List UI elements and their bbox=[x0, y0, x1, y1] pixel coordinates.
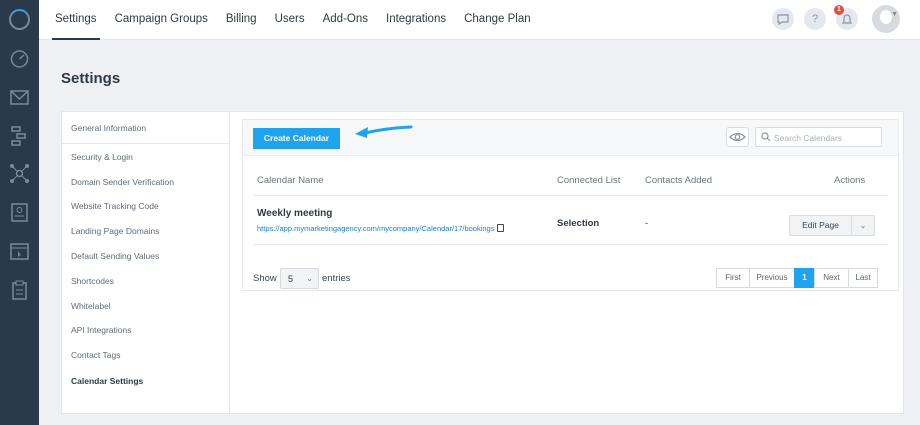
nav-add-ons[interactable]: Add-Ons bbox=[323, 0, 368, 40]
nav-users[interactable]: Users bbox=[275, 0, 305, 40]
pagination-page-1[interactable]: 1 bbox=[794, 268, 815, 288]
search-box bbox=[755, 127, 882, 147]
table-header-divider bbox=[253, 195, 888, 196]
chat-bubble-icon bbox=[777, 14, 789, 26]
sidebar-item-shortcodes[interactable]: Shortcodes bbox=[71, 276, 114, 286]
sidebar-item-calendar-settings[interactable]: Calendar Settings bbox=[71, 376, 143, 386]
chevron-down-icon: ⌄ bbox=[306, 274, 313, 283]
landing-page-icon[interactable] bbox=[9, 241, 30, 262]
sidebar-item-landing-page-domains[interactable]: Landing Page Domains bbox=[71, 226, 159, 236]
connected-list-value: Selection bbox=[557, 218, 600, 229]
calendar-panel: Create Calendar Calendar Name Connected … bbox=[242, 119, 899, 291]
help-icon[interactable]: ? bbox=[804, 8, 826, 30]
chat-icon[interactable] bbox=[772, 8, 794, 30]
eye-icon bbox=[729, 132, 746, 142]
nav-campaign-groups[interactable]: Campaign Groups bbox=[115, 0, 208, 40]
sidebar-item-default-sending-values[interactable]: Default Sending Values bbox=[71, 251, 159, 261]
pagination-previous[interactable]: Previous bbox=[749, 268, 795, 288]
search-icon bbox=[761, 132, 771, 142]
table-row-divider bbox=[253, 244, 888, 245]
calendar-name: Weekly meeting bbox=[257, 208, 333, 219]
notifications-icon[interactable]: 1 bbox=[834, 5, 858, 30]
contact-card-icon[interactable] bbox=[9, 202, 30, 223]
edit-page-button[interactable]: Edit Page bbox=[790, 216, 852, 235]
hierarchy-icon[interactable] bbox=[9, 125, 30, 146]
sidebar-item-security-login[interactable]: Security & Login bbox=[71, 152, 133, 162]
sidebar-item-api-integrations[interactable]: API Integrations bbox=[71, 325, 131, 335]
nav-change-plan[interactable]: Change Plan bbox=[464, 0, 531, 40]
clipboard-icon[interactable] bbox=[9, 280, 30, 301]
pointer-arrow-icon bbox=[355, 125, 413, 138]
row-actions: Edit Page ⌄ bbox=[789, 215, 875, 236]
dashboard-icon[interactable] bbox=[9, 48, 30, 69]
chevron-down-icon: ▼ bbox=[891, 11, 898, 18]
search-calendars-input[interactable] bbox=[774, 130, 879, 145]
create-calendar-button[interactable]: Create Calendar bbox=[253, 128, 340, 149]
sidebar-item-domain-sender-verification[interactable]: Domain Sender Verification bbox=[71, 177, 174, 187]
page-size-value: 5 bbox=[288, 274, 294, 284]
pagination-first[interactable]: First bbox=[716, 268, 750, 288]
calendar-booking-link-text[interactable]: https://app.mymarketingagency.com/mycomp… bbox=[257, 224, 494, 233]
column-header-contacts-added[interactable]: Contacts Added bbox=[645, 175, 712, 186]
main-nav: Settings Campaign Groups Billing Users A… bbox=[39, 0, 533, 40]
app-logo-icon[interactable] bbox=[9, 9, 30, 30]
pagination: First Previous 1 Next Last bbox=[716, 268, 878, 288]
panel-toolbar: Create Calendar bbox=[243, 120, 898, 156]
sidebar-divider bbox=[62, 143, 230, 144]
email-icon[interactable] bbox=[9, 87, 30, 108]
user-avatar[interactable]: ▼ bbox=[872, 5, 900, 33]
pagination-last[interactable]: Last bbox=[848, 268, 878, 288]
nav-integrations[interactable]: Integrations bbox=[386, 0, 446, 40]
calendar-booking-link[interactable]: https://app.mymarketingagency.com/mycomp… bbox=[257, 224, 505, 233]
pagination-next[interactable]: Next bbox=[814, 268, 849, 288]
page-size-select[interactable]: 5 ⌄ bbox=[280, 268, 319, 289]
show-label: Show bbox=[253, 273, 277, 284]
app-rail bbox=[0, 0, 39, 425]
column-header-actions: Actions bbox=[834, 175, 866, 186]
nav-billing[interactable]: Billing bbox=[226, 0, 257, 40]
contacts-added-value: - bbox=[645, 218, 649, 229]
top-navigation-bar: Settings Campaign Groups Billing Users A… bbox=[39, 0, 920, 40]
settings-card: General Information Security & Login Dom… bbox=[61, 111, 904, 414]
column-header-connected-list[interactable]: Connected List bbox=[557, 175, 620, 186]
page-title: Settings bbox=[61, 70, 121, 87]
sidebar-item-general-information[interactable]: General Information bbox=[71, 123, 146, 133]
sidebar-item-contact-tags[interactable]: Contact Tags bbox=[71, 350, 120, 360]
copy-icon[interactable] bbox=[497, 224, 505, 232]
column-visibility-button[interactable] bbox=[726, 127, 749, 147]
sidebar-item-whitelabel[interactable]: Whitelabel bbox=[71, 301, 111, 311]
settings-sidebar: General Information Security & Login Dom… bbox=[62, 112, 230, 413]
network-icon[interactable] bbox=[9, 163, 30, 184]
nav-settings[interactable]: Settings bbox=[52, 0, 100, 40]
notification-badge: 1 bbox=[834, 5, 844, 15]
column-header-calendar-name[interactable]: Calendar Name bbox=[257, 175, 324, 186]
sidebar-item-website-tracking-code[interactable]: Website Tracking Code bbox=[71, 201, 159, 211]
row-actions-dropdown-chevron-down-icon[interactable]: ⌄ bbox=[852, 216, 874, 235]
entries-label: entries bbox=[322, 273, 351, 284]
